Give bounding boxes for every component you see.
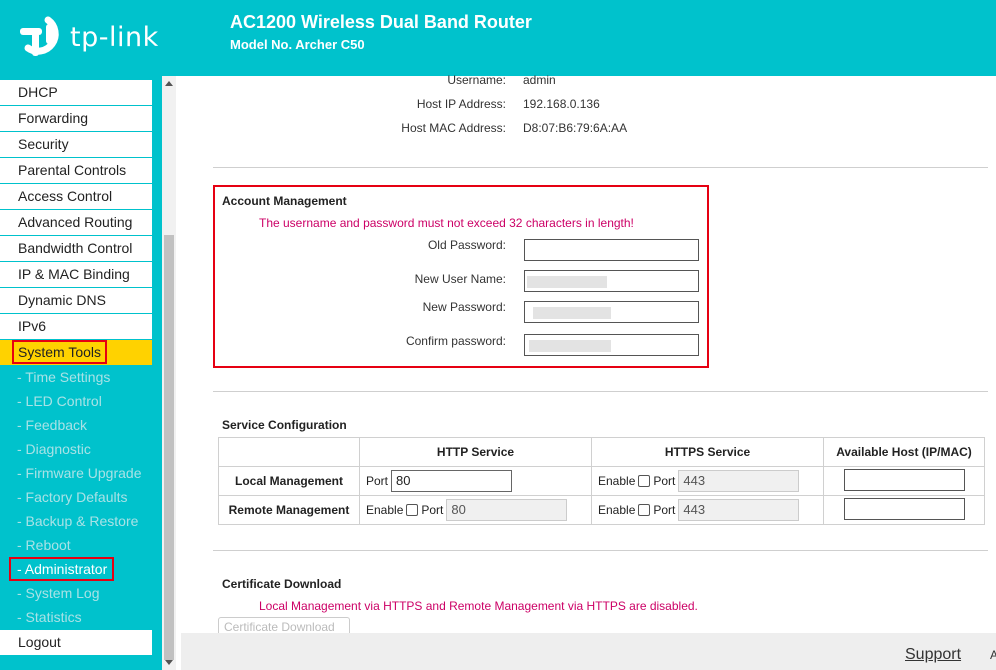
divider <box>213 391 988 392</box>
redacted-value <box>533 307 611 319</box>
sidebar-item-dynamic-dns[interactable]: Dynamic DNS <box>0 288 152 313</box>
header-bar: tp-link AC1200 Wireless Dual Band Router… <box>0 0 996 76</box>
sidebar-subitem-backup-restore[interactable]: - Backup & Restore <box>0 509 152 533</box>
account-management-title: Account Management <box>222 194 347 208</box>
username-label: Username: <box>447 73 506 87</box>
service-table: HTTP Service HTTPS Service Available Hos… <box>218 437 985 525</box>
username-value: admin <box>523 73 556 87</box>
new-username-field[interactable] <box>524 270 699 292</box>
tp-link-logo: tp-link <box>18 14 159 60</box>
highlight-administrator <box>9 557 114 581</box>
sidebar-subitem-reboot[interactable]: - Reboot <box>0 533 152 557</box>
footer-cut-text: A <box>990 648 996 662</box>
sidebar-item-parental-controls[interactable]: Parental Controls <box>0 158 152 183</box>
divider <box>213 167 988 168</box>
row-local-management: Local Management <box>218 466 360 496</box>
sidebar-item-logout[interactable]: Logout <box>0 630 152 655</box>
col-available-host: Available Host (IP/MAC) <box>823 437 985 467</box>
enable-label: Enable <box>598 503 636 517</box>
local-https-port-input[interactable]: 443 <box>678 470 800 492</box>
support-link[interactable]: Support <box>905 646 961 664</box>
port-label: Port <box>653 474 676 488</box>
remote-https-port-input[interactable]: 443 <box>678 499 800 521</box>
scroll-up-icon[interactable] <box>165 81 173 86</box>
redacted-value <box>529 340 611 352</box>
scrollbar-thumb[interactable] <box>164 235 174 660</box>
local-https-enable-checkbox[interactable] <box>638 475 651 487</box>
port-label: Port <box>421 503 444 517</box>
sidebar-subitem-system-log[interactable]: - System Log <box>0 581 152 605</box>
table-row: Local Management Port 80 Enable Port 443 <box>218 466 985 496</box>
enable-label: Enable <box>598 474 636 488</box>
confirm-password-field[interactable] <box>524 334 699 356</box>
old-password-field[interactable] <box>524 239 699 261</box>
sidebar-item-ipv6[interactable]: IPv6 <box>0 314 152 339</box>
sidebar-item-ip-mac-binding[interactable]: IP & MAC Binding <box>0 262 152 287</box>
highlight-system-tools <box>12 340 107 364</box>
tp-link-logo-icon <box>20 16 59 56</box>
old-password-label: Old Password: <box>427 238 506 252</box>
sidebar-subitem-time-settings[interactable]: - Time Settings <box>0 365 152 389</box>
service-configuration-title: Service Configuration <box>222 418 347 432</box>
certificate-download-title: Certificate Download <box>222 577 342 591</box>
sidebar-item-forwarding[interactable]: Forwarding <box>0 106 152 131</box>
local-host-input[interactable] <box>843 468 965 491</box>
sidebar-item-dhcp[interactable]: DHCP <box>0 80 152 105</box>
sidebar-item-advanced-routing[interactable]: Advanced Routing <box>0 210 152 235</box>
footer-bar <box>181 633 996 670</box>
sidebar-item-bandwidth-control[interactable]: Bandwidth Control <box>0 236 152 261</box>
port-label: Port <box>653 503 676 517</box>
sidebar-subitem-led-control[interactable]: - LED Control <box>0 389 152 413</box>
sidebar-subitem-factory-defaults[interactable]: - Factory Defaults <box>0 485 152 509</box>
redacted-value <box>527 276 607 288</box>
row-remote-management: Remote Management <box>218 495 360 525</box>
sidebar-subitem-firmware-upgrade[interactable]: - Firmware Upgrade <box>0 461 152 485</box>
host-ip-value: 192.168.0.136 <box>523 97 600 111</box>
page-title: AC1200 Wireless Dual Band Router <box>230 12 532 32</box>
sidebar-subitem-feedback[interactable]: - Feedback <box>0 413 152 437</box>
sidebar-item-access-control[interactable]: Access Control <box>0 184 152 209</box>
sidebar-scrollbar[interactable] <box>162 76 176 670</box>
scroll-down-icon[interactable] <box>165 660 173 665</box>
sidebar-item-security[interactable]: Security <box>0 132 152 157</box>
model-number: Model No. Archer C50 <box>230 37 365 52</box>
sidebar-subitem-statistics[interactable]: - Statistics <box>0 605 152 629</box>
col-http-service: HTTP Service <box>359 437 592 467</box>
new-password-field[interactable] <box>524 301 699 323</box>
account-warning: The username and password must not excee… <box>259 216 634 230</box>
logo-text: tp-link <box>70 21 159 53</box>
col-https-service: HTTPS Service <box>591 437 824 467</box>
remote-http-port-input[interactable]: 80 <box>446 499 568 521</box>
table-row: Remote Management Enable Port 80 Enable … <box>218 495 985 525</box>
remote-http-enable-checkbox[interactable] <box>406 504 419 516</box>
enable-label: Enable <box>366 503 404 517</box>
remote-host-input[interactable] <box>843 497 965 520</box>
new-password-label: New Password: <box>422 300 506 314</box>
port-label: Port <box>366 474 389 488</box>
local-http-port-input[interactable]: 80 <box>391 470 513 492</box>
host-ip-label: Host IP Address: <box>416 97 506 111</box>
table-corner <box>218 437 360 467</box>
remote-https-enable-checkbox[interactable] <box>638 504 651 516</box>
host-mac-value: D8:07:B6:79:6A:AA <box>523 121 628 135</box>
new-username-label: New User Name: <box>414 272 506 286</box>
confirm-password-label: Confirm password: <box>405 334 506 348</box>
divider <box>213 550 988 551</box>
sidebar: DHCP Forwarding Security Parental Contro… <box>0 76 162 670</box>
sidebar-subitem-diagnostic[interactable]: - Diagnostic <box>0 437 152 461</box>
host-mac-label: Host MAC Address: <box>401 121 506 135</box>
certificate-warning: Local Management via HTTPS and Remote Ma… <box>259 599 698 613</box>
